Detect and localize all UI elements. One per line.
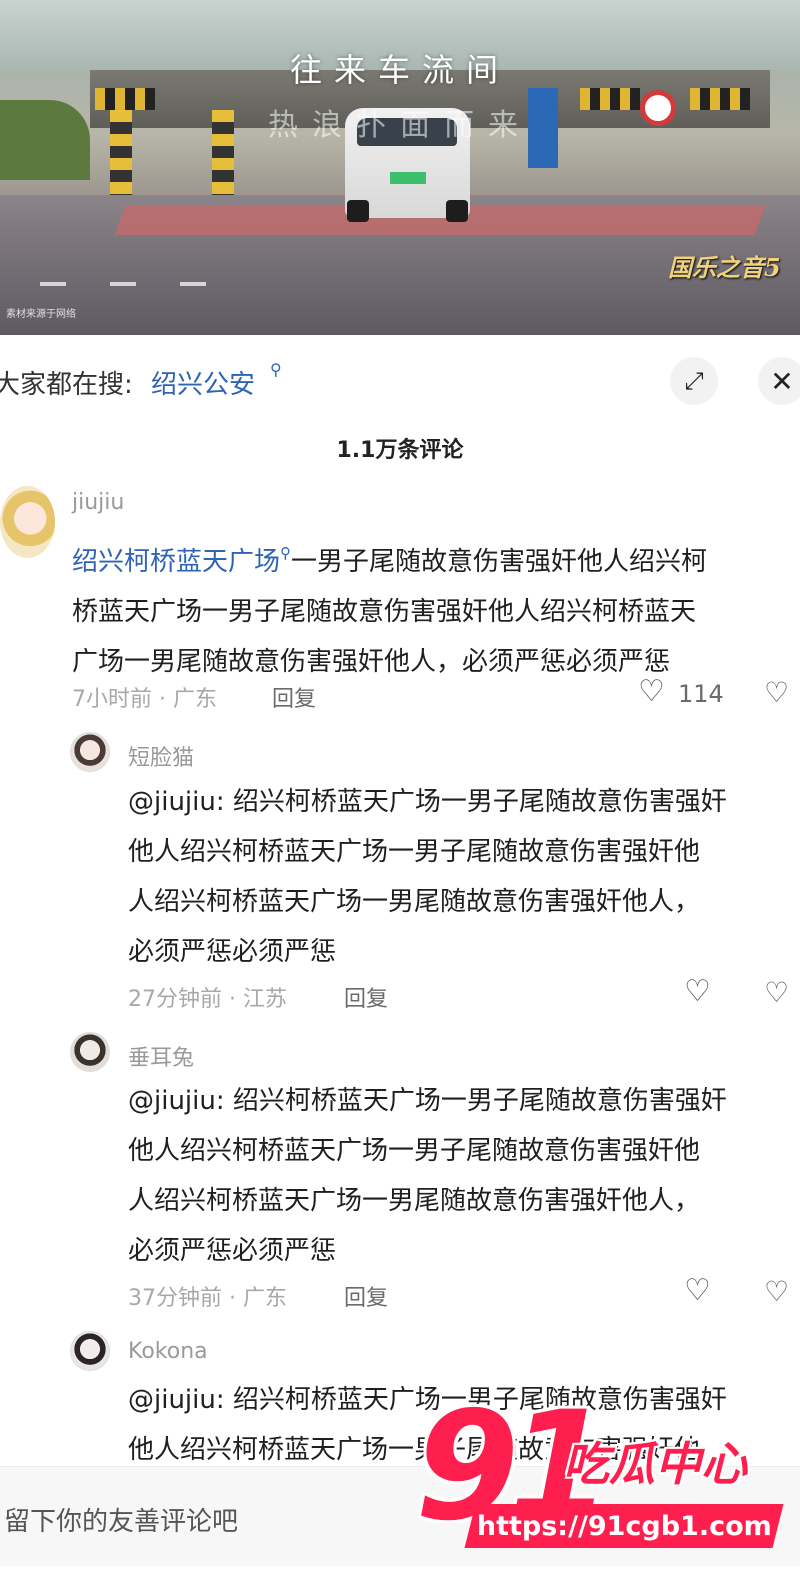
reply-text-line2: 他人绍兴柯桥蓝天广场一男子尾随故意伤害强奸他 — [128, 837, 701, 867]
reply-text-line3: 人绍兴柯桥蓝天广场一男尾随故意伤害强奸他人， — [128, 887, 701, 917]
reply-text-line1: @jiujiu: 绍兴柯桥蓝天广场一男子尾随故意伤害强奸 — [128, 1086, 727, 1116]
video-wheel — [347, 200, 369, 222]
reply-button[interactable]: 回复 — [344, 1280, 388, 1312]
trending-search-link[interactable]: 绍兴公安 — [151, 364, 255, 401]
video-caption-line1: 往来车流间 — [289, 51, 510, 89]
video-caption-line2: 热浪扑面而来 — [268, 108, 532, 143]
comment-text-line2: 桥蓝天广场一男子尾随故意伤害强奸他人绍兴柯桥蓝天 — [72, 597, 697, 627]
search-icon[interactable]: ⚲ — [270, 360, 282, 379]
comment-topic-link[interactable]: 绍兴柯桥蓝天广场 — [72, 547, 280, 577]
reply-text: @jiujiu: 绍兴柯桥蓝天广场一男子尾随故意伤害强奸 他人绍兴柯桥蓝天广场一… — [128, 777, 800, 977]
watermark-url: https://91cgb1.com — [476, 1510, 772, 1542]
dislike-icon[interactable]: ♡ — [764, 976, 789, 1009]
close-icon[interactable]: ✕ — [758, 357, 800, 405]
comment-meta: 7小时前 · 广东 — [72, 687, 217, 712]
reply-meta: 27分钟前 · 江苏 — [128, 987, 287, 1012]
reply-username[interactable]: 垂耳兔 — [128, 1040, 194, 1072]
reply-text-line4: 必须严惩必须严惩 — [128, 937, 337, 967]
reply-meta: 37分钟前 · 广东 — [128, 1286, 287, 1311]
heart-icon[interactable]: ♡ — [638, 674, 665, 709]
video-license-plate — [390, 172, 426, 184]
dislike-icon[interactable]: ♡ — [764, 676, 789, 709]
avatar[interactable] — [70, 1032, 110, 1072]
dislike-icon[interactable]: ♡ — [764, 1275, 789, 1308]
reply-text-line1: @jiujiu: 绍兴柯桥蓝天广场一男子尾随故意伤害强奸 — [128, 787, 727, 817]
comment-text: 绍兴柯桥蓝天广场⚲一男子尾随故意伤害强奸他人绍兴柯 桥蓝天广场一男子尾随故意伤害… — [72, 528, 800, 687]
trending-search-prefix: 大家都在搜: — [0, 370, 133, 400]
heart-icon[interactable]: ♡ — [684, 974, 711, 1009]
like-count: 114 — [678, 680, 724, 708]
video-wheel — [446, 200, 468, 222]
search-icon[interactable]: ⚲ — [280, 544, 291, 562]
video-lane-dash — [110, 282, 136, 286]
comment-text-line1: 一男子尾随故意伤害强奸他人绍兴柯 — [291, 547, 708, 577]
reply-text: @jiujiu: 绍兴柯桥蓝天广场一男子尾随故意伤害强奸 他人绍兴柯桥蓝天广场一… — [128, 1076, 800, 1276]
comment-input-placeholder[interactable]: 留下你的友善评论吧 — [4, 1501, 238, 1538]
avatar[interactable] — [70, 732, 110, 772]
avatar[interactable] — [0, 486, 55, 558]
comment-text-line3: 广场一男尾随故意伤害强奸他人，必须严惩必须严惩 — [72, 647, 671, 677]
reply-text-line3: 人绍兴柯桥蓝天广场一男尾随故意伤害强奸他人， — [128, 1186, 701, 1216]
reply-text-line2: 他人绍兴柯桥蓝天广场一男子尾随故意伤害强奸他 — [128, 1136, 701, 1166]
reply-username[interactable]: Kokona — [128, 1339, 208, 1364]
expand-icon[interactable]: ⤢ — [670, 357, 718, 405]
reply-username[interactable]: 短脸猫 — [128, 740, 194, 772]
reply-button[interactable]: 回复 — [344, 981, 388, 1013]
avatar[interactable] — [70, 1331, 110, 1371]
reply-text-line4: 必须严惩必须严惩 — [128, 1236, 337, 1266]
video-lane-dash — [180, 282, 206, 286]
reply-button[interactable]: 回复 — [272, 681, 316, 713]
watermark-url-badge: https://91cgb1.com — [464, 1504, 784, 1548]
comment-username[interactable]: jiujiu — [72, 490, 124, 515]
video-player[interactable]: 往来车流间 热浪扑面而来 素材来源于网络 国乐之音5 — [0, 0, 800, 335]
heart-icon[interactable]: ♡ — [684, 1273, 711, 1308]
video-source-note: 素材来源于网络 — [6, 309, 76, 320]
video-lane-dash — [40, 282, 66, 286]
comment-count: 1.1万条评论 — [336, 438, 464, 463]
video-channel-logo: 国乐之音5 — [668, 253, 781, 282]
watermark-name: 吃瓜中心 — [563, 1437, 747, 1491]
